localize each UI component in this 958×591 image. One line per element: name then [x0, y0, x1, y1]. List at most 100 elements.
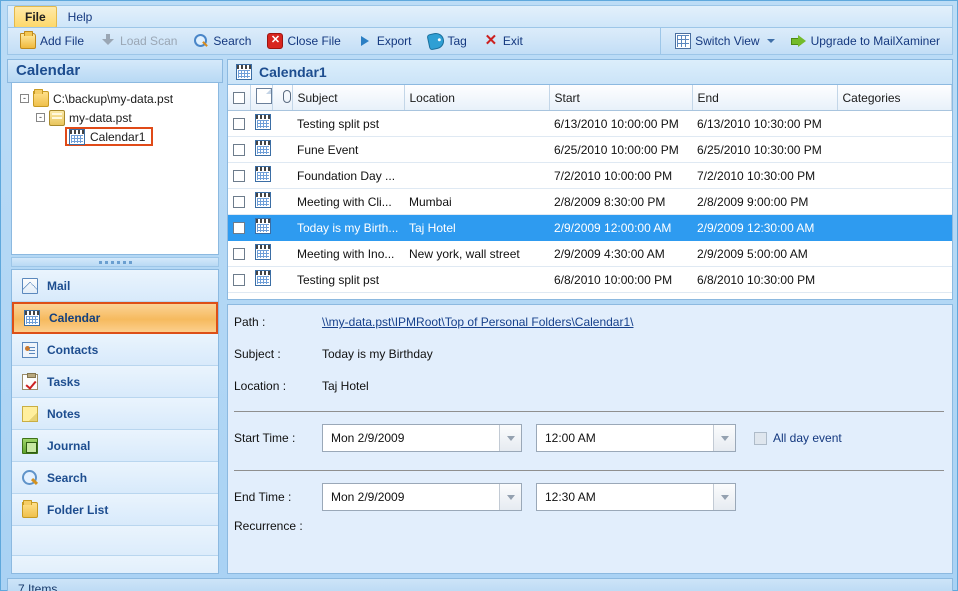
- application-window: File Help Add File Load Scan Search ✕ Cl…: [0, 0, 958, 591]
- magnifier-icon: [193, 33, 209, 49]
- sidebar-item-label: Tasks: [47, 374, 81, 389]
- load-scan-button[interactable]: Load Scan: [92, 30, 185, 52]
- column-location[interactable]: Location: [404, 85, 550, 111]
- row-checkbox-cell[interactable]: [228, 266, 250, 293]
- message-grid[interactable]: Subject Location Start End Categories Te…: [227, 85, 953, 300]
- row-checkbox[interactable]: [233, 118, 245, 131]
- row-checkbox-cell[interactable]: [228, 162, 250, 189]
- page-title: Calendar1: [259, 64, 327, 80]
- close-file-button[interactable]: ✕ Close File: [259, 30, 348, 52]
- paperclip-icon: [278, 88, 294, 104]
- row-checkbox[interactable]: [233, 170, 245, 183]
- sidebar-item-tasks[interactable]: Tasks: [12, 366, 218, 398]
- cell-start: 2/9/2009 4:30:00 AM: [549, 240, 692, 267]
- end-date-input[interactable]: Mon 2/9/2009: [322, 483, 522, 511]
- column-select-all[interactable]: [228, 85, 251, 111]
- row-checkbox[interactable]: [233, 274, 245, 287]
- x-icon: ✕: [484, 32, 498, 49]
- sidebar-item-calendar[interactable]: Calendar: [12, 302, 218, 334]
- switch-view-button[interactable]: Switch View: [667, 30, 782, 52]
- upgrade-button[interactable]: Upgrade to MailXaminer: [783, 30, 948, 52]
- chevron-down-icon[interactable]: [766, 39, 775, 43]
- tree-node-calendar1[interactable]: Calendar1: [16, 127, 214, 146]
- column-attachment: [272, 85, 294, 111]
- grid-body: Testing split pst 6/13/2010 10:00:00 PM …: [228, 110, 952, 293]
- sidebar-item-contacts[interactable]: Contacts: [12, 334, 218, 366]
- column-subject[interactable]: Subject: [292, 85, 405, 111]
- cell-categories: [837, 162, 952, 189]
- document-icon: [255, 88, 272, 104]
- start-date-value: Mon 2/9/2009: [331, 431, 405, 445]
- row-checkbox-cell[interactable]: [228, 110, 250, 137]
- row-checkbox-cell[interactable]: [228, 214, 250, 241]
- folder-tree[interactable]: - C:\backup\my-data.pst - my-data.pst Ca…: [11, 83, 219, 255]
- sidebar-item-label: Journal: [47, 438, 91, 453]
- menu-file[interactable]: File: [14, 5, 57, 28]
- row-checkbox-cell[interactable]: [228, 136, 250, 163]
- sidebar-item-label: Calendar: [49, 311, 101, 325]
- tree-node-selected-highlight[interactable]: Calendar1: [65, 127, 154, 146]
- row-checkbox[interactable]: [233, 144, 245, 157]
- row-checkbox-cell[interactable]: [228, 240, 250, 267]
- cell-categories: [837, 136, 952, 163]
- sidebar-item-search[interactable]: Search: [12, 462, 218, 494]
- sidebar-item-notes[interactable]: Notes: [12, 398, 218, 430]
- all-day-event-checkbox[interactable]: [754, 431, 767, 445]
- table-row-selected[interactable]: Today is my Birth... Taj Hotel 2/9/2009 …: [228, 214, 952, 241]
- tag-button[interactable]: Tag: [420, 30, 475, 52]
- cell-categories: [837, 240, 952, 267]
- start-date-input[interactable]: Mon 2/9/2009: [322, 424, 522, 452]
- table-row[interactable]: Meeting with Cli... Mumbai 2/8/2009 8:30…: [228, 188, 952, 215]
- select-all-checkbox[interactable]: [233, 92, 245, 105]
- cell-subject: Foundation Day ...: [292, 162, 404, 189]
- row-attachment-cell: [272, 136, 292, 163]
- cell-subject: Meeting with Ino...: [292, 240, 404, 267]
- export-button[interactable]: Export: [349, 30, 420, 52]
- search-label: Search: [213, 34, 252, 48]
- chevron-down-icon[interactable]: [499, 484, 521, 510]
- row-checkbox[interactable]: [233, 222, 245, 235]
- sidebar-item-folder-list[interactable]: Folder List: [12, 494, 218, 526]
- tree-node-pst[interactable]: - my-data.pst: [16, 108, 214, 127]
- expander-icon[interactable]: -: [36, 113, 45, 122]
- row-checkbox[interactable]: [233, 196, 245, 209]
- exit-button[interactable]: ✕ Exit: [475, 30, 531, 52]
- table-row[interactable]: Foundation Day ... 7/2/2010 10:00:00 PM …: [228, 162, 952, 189]
- menu-help[interactable]: Help: [57, 6, 104, 28]
- grid-header-row: Subject Location Start End Categories: [228, 85, 952, 111]
- column-categories[interactable]: Categories: [837, 85, 952, 111]
- sidebar-item-journal[interactable]: Journal: [12, 430, 218, 462]
- play-icon: [357, 33, 373, 49]
- table-row[interactable]: Testing split pst 6/13/2010 10:00:00 PM …: [228, 110, 952, 137]
- row-checkbox[interactable]: [233, 248, 245, 261]
- expander-icon[interactable]: -: [20, 94, 29, 103]
- tree-node-root[interactable]: - C:\backup\my-data.pst: [16, 88, 214, 108]
- column-start[interactable]: Start: [549, 85, 693, 111]
- path-link[interactable]: \\my-data.pst\IPMRoot\Top of Personal Fo…: [322, 315, 633, 329]
- start-time-input[interactable]: 12:00 AM: [536, 424, 736, 452]
- chevron-down-icon[interactable]: [499, 425, 521, 451]
- end-time-input[interactable]: 12:30 AM: [536, 483, 736, 511]
- panel-splitter[interactable]: [11, 257, 219, 267]
- row-icon-cell: [250, 162, 272, 189]
- search-button[interactable]: Search: [185, 30, 259, 52]
- sidebar-item-mail[interactable]: Mail: [12, 270, 218, 302]
- chevron-down-icon[interactable]: [713, 425, 735, 451]
- calendar-icon: [255, 270, 271, 286]
- table-row[interactable]: Testing split pst 6/8/2010 10:00:00 PM 6…: [228, 266, 952, 293]
- all-day-event-group[interactable]: All day event: [754, 431, 842, 445]
- chevron-down-icon[interactable]: [713, 484, 735, 510]
- cell-end: 7/2/2010 10:30:00 PM: [692, 162, 837, 189]
- download-icon: [100, 33, 116, 49]
- row-icon-cell: [250, 266, 272, 293]
- cell-start: 6/8/2010 10:00:00 PM: [549, 266, 692, 293]
- table-row[interactable]: Meeting with Ino... New york, wall stree…: [228, 240, 952, 267]
- row-checkbox-cell[interactable]: [228, 188, 250, 215]
- table-row[interactable]: Fune Event 6/25/2010 10:00:00 PM 6/25/20…: [228, 136, 952, 163]
- cell-categories: [837, 110, 952, 137]
- notes-icon: [22, 405, 38, 422]
- tag-label: Tag: [447, 34, 467, 48]
- add-file-button[interactable]: Add File: [12, 30, 92, 52]
- location-value: Taj Hotel: [322, 379, 369, 393]
- column-end[interactable]: End: [692, 85, 838, 111]
